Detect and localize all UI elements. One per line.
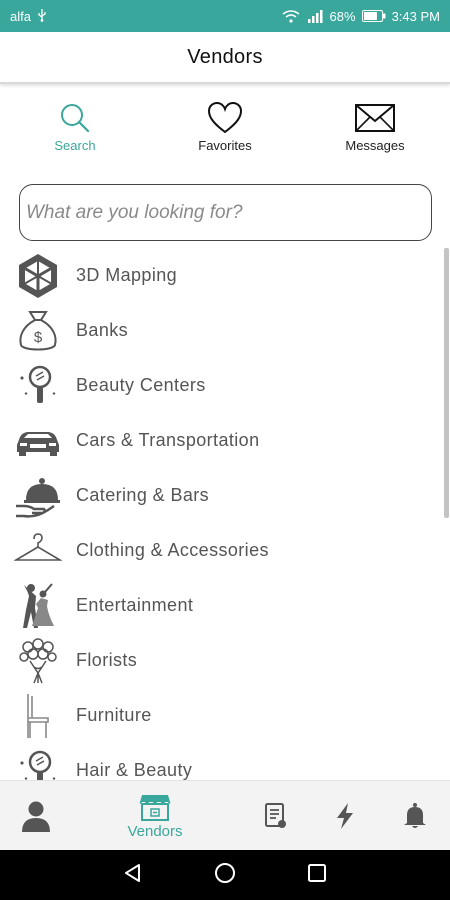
battery-percent: 68%: [329, 8, 356, 24]
home-circle-icon: [214, 862, 236, 889]
list-item[interactable]: Beauty Centers: [0, 358, 450, 413]
battery-icon: [361, 10, 386, 22]
back-triangle-icon: [122, 862, 144, 889]
list-item-label: Clothing & Accessories: [76, 540, 269, 560]
list-item[interactable]: Hair & Beauty: [0, 743, 450, 780]
list-item[interactable]: Clothing & Accessories: [0, 523, 450, 578]
bottom-nav: Vendors: [0, 780, 450, 850]
cloche-icon: [0, 468, 76, 523]
recents-square-icon: [306, 862, 328, 889]
status-right: 68% 3:43 PM: [282, 9, 440, 24]
hand-mirror-icon: [0, 743, 76, 780]
list-item[interactable]: $ Banks: [0, 303, 450, 358]
tab-favorites[interactable]: Favorites: [170, 98, 280, 158]
list-item[interactable]: Catering & Bars: [0, 468, 450, 523]
status-bar: alfa 68% 3:43 PM: [0, 0, 450, 32]
category-list: 3D Mapping $ Banks Beauty Centers Cars &…: [0, 248, 450, 780]
list-item-label: Cars & Transportation: [76, 430, 260, 450]
hanger-icon: [0, 523, 76, 578]
tab-favorites-label: Favorites: [198, 138, 252, 153]
list-item-label: Catering & Bars: [76, 485, 210, 505]
list-item[interactable]: 3D Mapping: [0, 248, 450, 303]
list-item-label: Hair & Beauty: [76, 760, 193, 780]
list-item[interactable]: Entertainment: [0, 578, 450, 633]
svg-text:$: $: [34, 329, 43, 346]
home-button[interactable]: [214, 862, 236, 889]
tab-messages[interactable]: Messages: [320, 98, 430, 158]
envelope-icon: [354, 101, 396, 135]
list-item-label: Furniture: [76, 705, 152, 725]
dancers-icon: [0, 578, 76, 633]
nav-vendors[interactable]: Vendors: [115, 781, 195, 851]
nav-activity[interactable]: [328, 781, 362, 851]
checklist-icon: [263, 802, 289, 830]
cube-icon: [0, 248, 76, 303]
list-item-label: Florists: [76, 650, 138, 670]
clock: 3:43 PM: [391, 8, 440, 24]
hand-mirror-icon: [0, 358, 76, 413]
car-icon: [0, 413, 76, 468]
profile-icon: [21, 800, 51, 832]
nav-vendors-label: Vendors: [127, 822, 183, 840]
usb-icon: [37, 8, 47, 25]
nav-notifications[interactable]: [397, 781, 433, 851]
page-title: Vendors: [187, 45, 263, 68]
list-scrollbar[interactable]: [444, 248, 449, 518]
list-item[interactable]: Florists: [0, 633, 450, 688]
tab-messages-label: Messages: [345, 138, 405, 153]
tab-search-label: Search: [54, 138, 96, 153]
list-item-label: Banks: [76, 320, 129, 340]
tab-search[interactable]: Search: [20, 98, 130, 158]
search-input[interactable]: [20, 185, 431, 240]
back-button[interactable]: [122, 862, 144, 889]
storefront-icon: [139, 793, 171, 821]
lightning-icon: [334, 802, 356, 830]
list-item[interactable]: Furniture: [0, 688, 450, 743]
search-icon: [58, 101, 92, 135]
money-bag-icon: $: [0, 303, 76, 358]
android-nav-bar: [0, 850, 450, 900]
bouquet-icon: [0, 633, 76, 688]
list-item[interactable]: Cars & Transportation: [0, 413, 450, 468]
top-tabs: Search Favorites Messages: [0, 98, 450, 158]
nav-checklist[interactable]: [258, 781, 294, 851]
list-item-label: 3D Mapping: [76, 265, 178, 285]
carrier-name: alfa: [10, 8, 31, 24]
bell-icon: [403, 802, 427, 830]
recents-button[interactable]: [306, 862, 328, 889]
nav-profile[interactable]: [14, 781, 58, 851]
search-box: [19, 184, 432, 241]
wifi-icon: [282, 9, 300, 23]
list-item-label: Beauty Centers: [76, 375, 206, 395]
chair-icon: [0, 688, 76, 743]
app-header: Vendors: [0, 32, 450, 84]
list-item-label: Entertainment: [76, 595, 194, 615]
status-left: alfa: [10, 8, 47, 25]
signal-icon: [306, 9, 324, 23]
heart-icon: [207, 101, 243, 135]
